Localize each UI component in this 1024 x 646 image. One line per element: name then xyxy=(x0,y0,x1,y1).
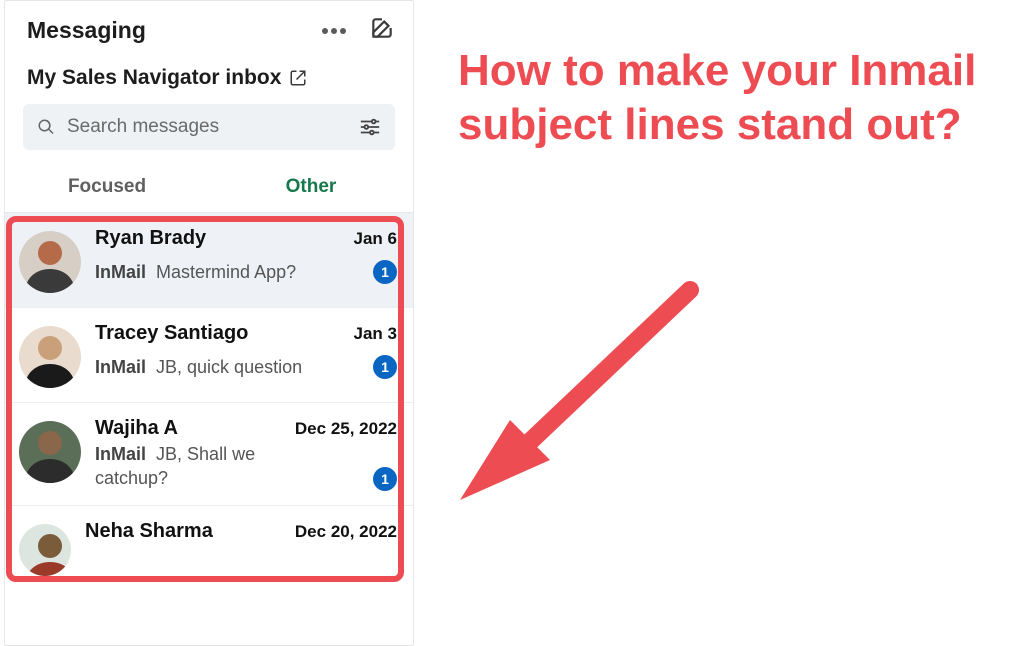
unread-badge: 1 xyxy=(373,260,397,284)
panel-title: Messaging xyxy=(27,17,146,44)
search-box[interactable] xyxy=(23,104,395,150)
message-item[interactable]: Tracey Santiago Jan 3 InMail JB, quick q… xyxy=(5,308,413,403)
message-sender: Ryan Brady xyxy=(95,227,206,250)
message-body: Ryan Brady Jan 6 InMail Mastermind App? … xyxy=(95,227,397,284)
message-body: Tracey Santiago Jan 3 InMail JB, quick q… xyxy=(95,322,397,379)
avatar xyxy=(19,231,81,293)
tabs: Focused Other xyxy=(5,160,413,213)
message-prefix: InMail xyxy=(95,444,146,464)
message-subject-text: Mastermind App? xyxy=(156,262,296,282)
unread-badge: 1 xyxy=(373,467,397,491)
message-subject: InMail JB, quick question xyxy=(95,355,302,379)
message-date: Jan 3 xyxy=(354,324,397,344)
message-list[interactable]: Ryan Brady Jan 6 InMail Mastermind App? … xyxy=(5,213,413,645)
inbox-link[interactable]: My Sales Navigator inbox xyxy=(5,60,413,104)
compose-icon xyxy=(369,15,395,41)
filter-icon[interactable] xyxy=(359,117,381,137)
message-item[interactable]: Wajiha A Dec 25, 2022 InMail JB, Shall w… xyxy=(5,403,413,506)
unread-badge: 1 xyxy=(373,355,397,379)
avatar xyxy=(19,524,71,576)
search-icon xyxy=(37,118,55,136)
tab-other[interactable]: Other xyxy=(209,166,413,212)
search-row xyxy=(5,104,413,160)
message-sender: Wajiha A xyxy=(95,417,178,440)
message-sender: Neha Sharma xyxy=(85,520,213,543)
external-link-icon xyxy=(289,69,307,87)
message-prefix: InMail xyxy=(95,262,146,282)
messaging-panel: Messaging My Sales Navig xyxy=(4,0,414,646)
more-options-button[interactable] xyxy=(321,22,347,40)
header-actions xyxy=(321,15,395,46)
message-date: Dec 25, 2022 xyxy=(295,419,397,439)
message-subject: InMail Mastermind App? xyxy=(95,260,296,284)
message-prefix: InMail xyxy=(95,357,146,377)
message-subject-text: JB, quick question xyxy=(156,357,302,377)
avatar xyxy=(19,326,81,388)
annotation-arrow-icon xyxy=(440,270,740,530)
tab-focused[interactable]: Focused xyxy=(5,166,209,212)
message-date: Jan 6 xyxy=(354,229,397,249)
avatar xyxy=(19,421,81,483)
compose-button[interactable] xyxy=(369,15,395,46)
panel-header: Messaging xyxy=(5,1,413,60)
message-date: Dec 20, 2022 xyxy=(295,522,397,542)
message-item[interactable]: Neha Sharma Dec 20, 2022 xyxy=(5,506,413,590)
message-sender: Tracey Santiago xyxy=(95,322,248,345)
message-body: Neha Sharma Dec 20, 2022 xyxy=(85,520,397,543)
message-body: Wajiha A Dec 25, 2022 InMail JB, Shall w… xyxy=(95,417,397,491)
annotation-headline: How to make your Inmail subject lines st… xyxy=(458,44,1018,151)
ellipsis-icon xyxy=(321,27,347,35)
search-input[interactable] xyxy=(67,116,347,138)
message-item[interactable]: Ryan Brady Jan 6 InMail Mastermind App? … xyxy=(5,213,413,308)
message-subject: InMail JB, Shall we catchup? xyxy=(95,442,305,491)
inbox-link-label: My Sales Navigator inbox xyxy=(27,66,281,90)
